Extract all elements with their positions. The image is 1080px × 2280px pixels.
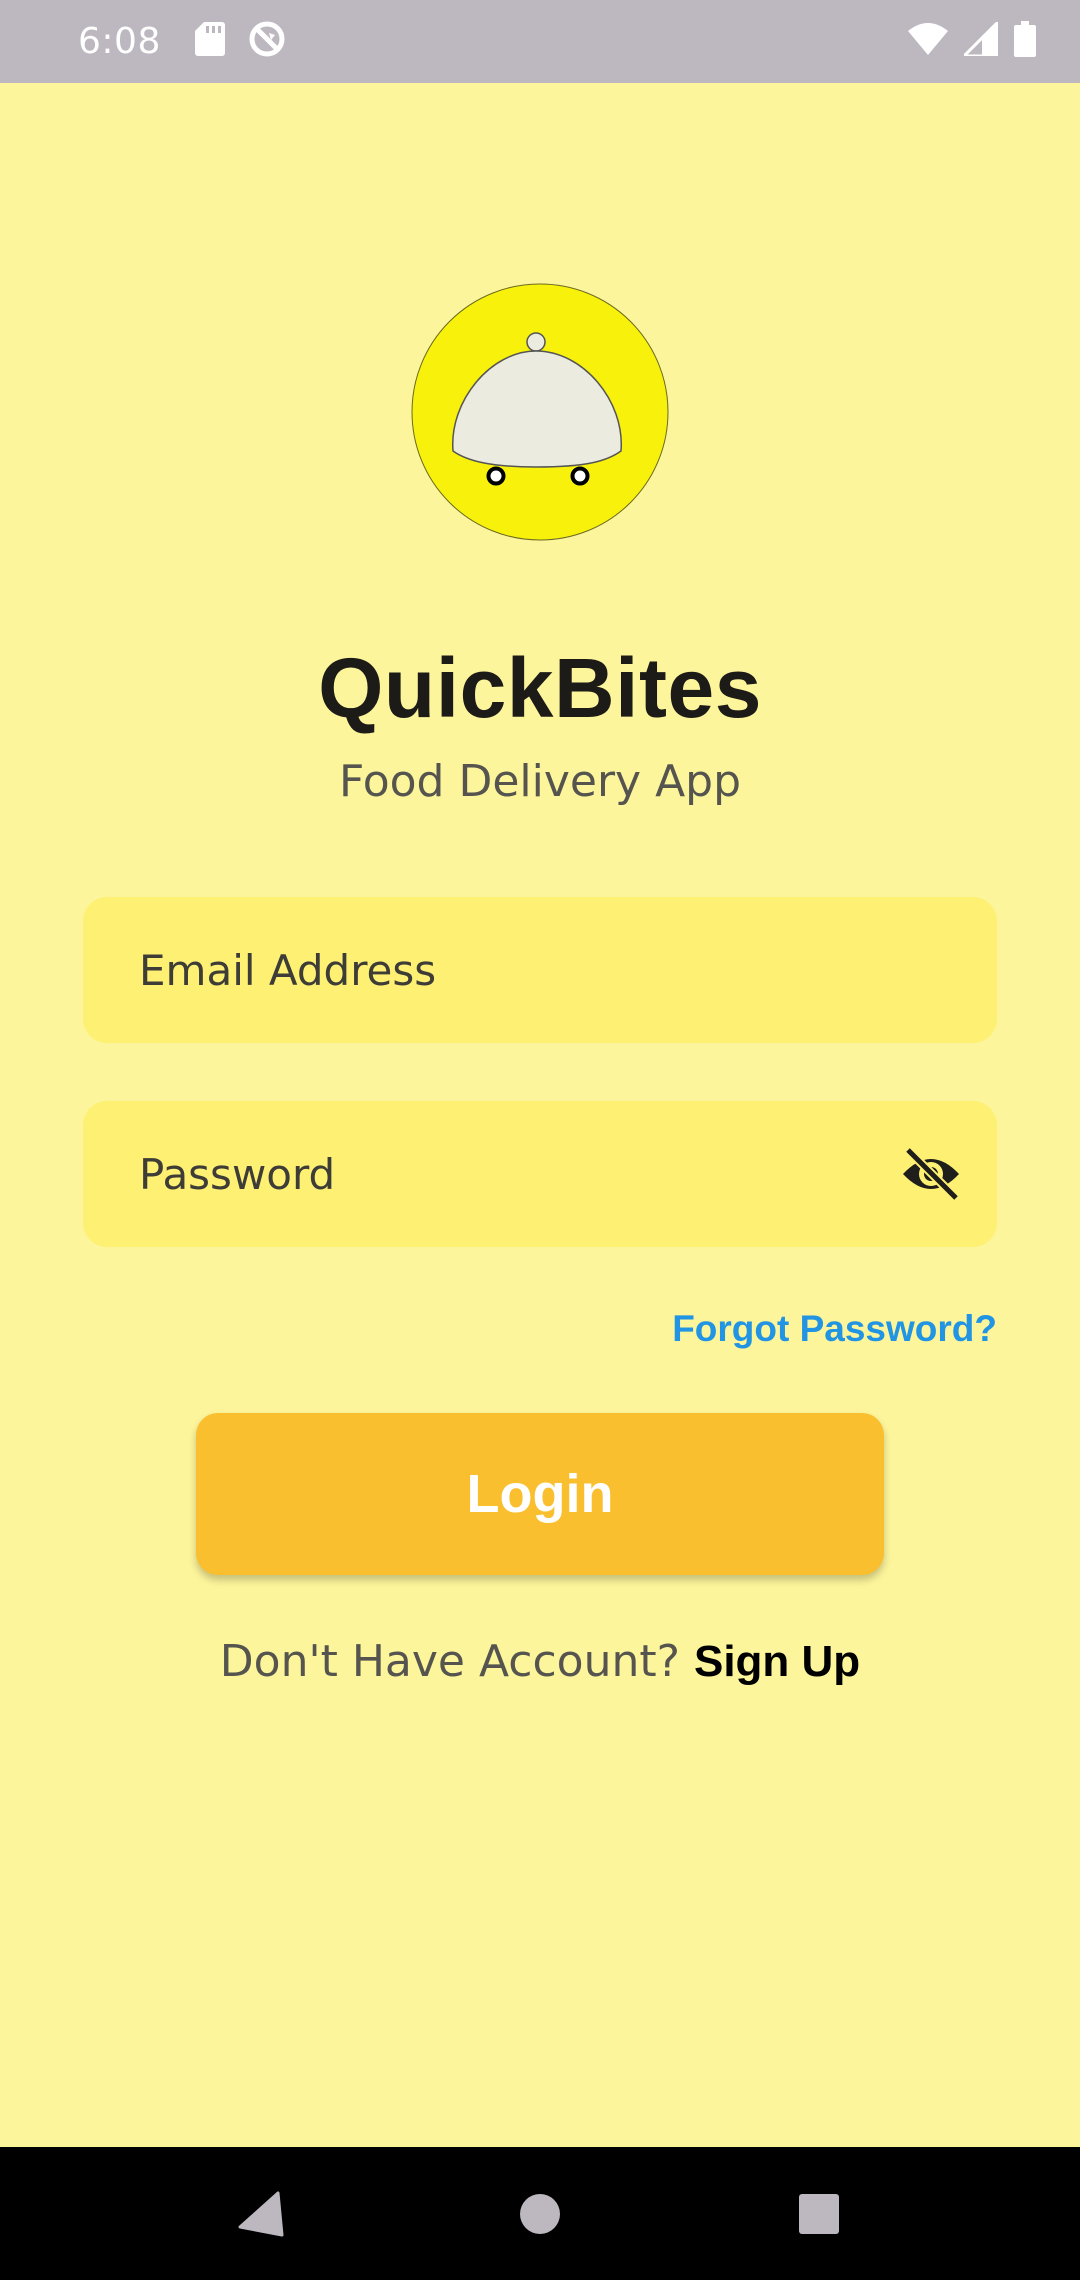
home-icon[interactable] (517, 2191, 563, 2237)
email-field[interactable] (83, 897, 997, 1043)
app-title: QuickBites (318, 641, 762, 735)
visibility-off-icon[interactable] (897, 1140, 965, 1208)
signup-link[interactable]: Sign Up (694, 1637, 860, 1686)
app-subtitle: Food Delivery App (338, 756, 742, 807)
cell-signal-icon (960, 18, 1000, 61)
battery-icon (1014, 21, 1036, 62)
wifi-icon (908, 23, 948, 60)
status-icons-left (194, 19, 287, 64)
signup-row: Don't Have Account? Sign Up (0, 1636, 1080, 1687)
email-input[interactable] (139, 945, 941, 995)
status-bar: 6:08 (0, 0, 1080, 83)
login-button[interactable]: Login (196, 1413, 884, 1575)
food-cloche-logo-icon (411, 283, 669, 541)
password-field[interactable] (83, 1101, 997, 1247)
signup-prompt: Don't Have Account? (219, 1636, 680, 1687)
status-time: 6:08 (78, 21, 161, 62)
sync-disabled-icon (247, 19, 287, 64)
password-input[interactable] (139, 1149, 941, 1199)
nav-bar (0, 2147, 1080, 2280)
forgot-password-link[interactable]: Forgot Password? (672, 1308, 997, 1350)
sd-card-icon (194, 22, 225, 61)
back-icon[interactable] (238, 2191, 284, 2237)
status-icons-right (908, 18, 1036, 62)
recents-icon[interactable] (796, 2191, 842, 2237)
